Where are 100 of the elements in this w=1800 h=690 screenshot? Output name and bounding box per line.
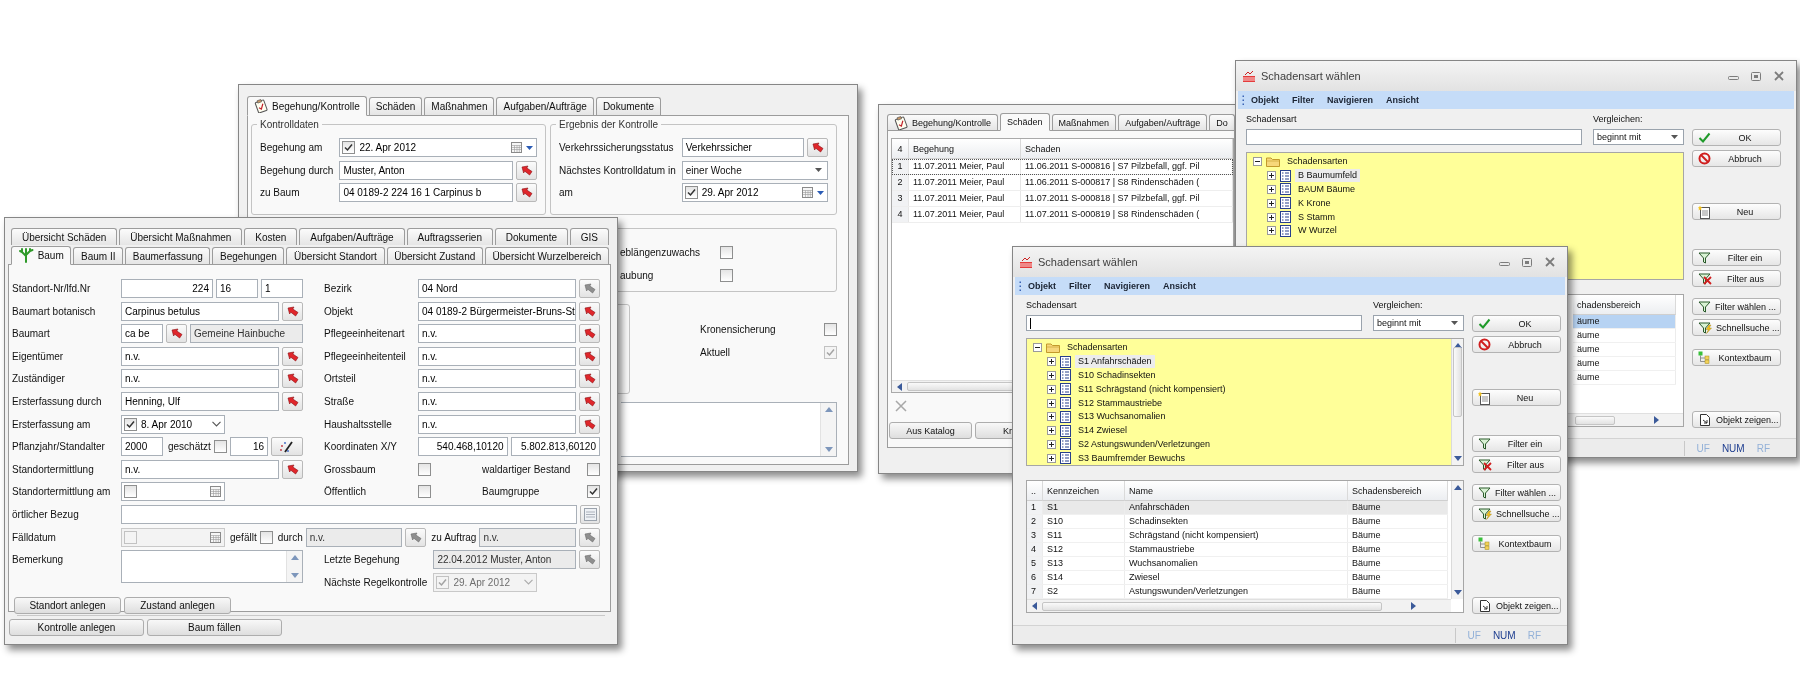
action-button[interactable]: Standort anlegen bbox=[14, 596, 121, 614]
tab[interactable]: GIS bbox=[569, 228, 609, 245]
column-header[interactable]: Name bbox=[1125, 481, 1348, 501]
dropdown[interactable]: beginnt mit bbox=[1373, 315, 1464, 331]
tab[interactable]: Auftragsserien bbox=[406, 228, 493, 245]
table-row[interactable]: 1 S1 Anfahrschäden Bäume bbox=[1027, 501, 1448, 515]
scroll-left-icon[interactable] bbox=[896, 382, 903, 391]
table-row[interactable]: 5 S13 Wuchsanomalien Bäume bbox=[1027, 557, 1448, 571]
text-field[interactable]: 16 bbox=[216, 279, 258, 298]
plus-icon[interactable] bbox=[1267, 226, 1276, 236]
tree-item[interactable]: S12 Stammaustriebe bbox=[1075, 396, 1166, 410]
cancel-button[interactable]: Abbruch bbox=[1692, 150, 1781, 167]
scrollbar[interactable] bbox=[820, 403, 836, 456]
date-picker[interactable]: 8. Apr 2010 bbox=[121, 414, 225, 434]
show-object-button[interactable]: Objekt zeigen... bbox=[1472, 597, 1561, 614]
table-row[interactable]: 6 S14 Zwiesel Bäume bbox=[1027, 571, 1448, 585]
tab[interactable]: Begehung/Kontrolle bbox=[887, 114, 999, 130]
scrollbar[interactable] bbox=[1451, 481, 1463, 599]
checkbox[interactable] bbox=[213, 440, 227, 454]
tab[interactable]: Maßnahmen bbox=[1051, 114, 1117, 130]
tab[interactable]: Übersicht Maßnahmen bbox=[119, 228, 243, 245]
tab[interactable]: Übersicht Schäden bbox=[11, 228, 118, 245]
maximize-icon[interactable] bbox=[1751, 71, 1761, 81]
cross-icon[interactable] bbox=[895, 400, 907, 412]
scrollbar[interactable] bbox=[1451, 339, 1463, 465]
action-button[interactable]: Baum fällen bbox=[147, 619, 282, 636]
context-tree-button[interactable]: Kontextbaum bbox=[1692, 349, 1781, 366]
text-field[interactable] bbox=[121, 504, 577, 524]
ok-button[interactable]: OK bbox=[1472, 315, 1561, 332]
text-field[interactable]: n.v. bbox=[121, 369, 279, 389]
date-picker[interactable]: 29. Apr 2012 bbox=[681, 183, 828, 203]
tree-item[interactable]: S3 Baumfremder Bewuchs bbox=[1075, 451, 1189, 465]
plus-icon[interactable] bbox=[1047, 439, 1056, 449]
checkbox[interactable] bbox=[124, 417, 137, 431]
filter-select-button[interactable]: Filter wählen ... bbox=[1472, 484, 1561, 501]
lookup-button[interactable] bbox=[807, 138, 828, 157]
text-area[interactable] bbox=[621, 402, 837, 457]
tab[interactable]: Do bbox=[1209, 114, 1235, 130]
column-header[interactable]: Schaden bbox=[1021, 139, 1233, 159]
text-field[interactable]: 04 Nord bbox=[418, 279, 576, 298]
scroll-thumb[interactable] bbox=[1575, 415, 1615, 425]
tree-item[interactable]: S14 Zwiesel bbox=[1075, 424, 1131, 438]
text-field[interactable]: 16 bbox=[229, 437, 268, 457]
column-header[interactable]: Begehung bbox=[909, 139, 1021, 159]
lookup-button[interactable] bbox=[282, 391, 303, 411]
scroll-up-icon[interactable] bbox=[824, 406, 833, 413]
column-header[interactable]: Kennzeichen bbox=[1043, 481, 1125, 501]
menu-item[interactable]: Ansicht bbox=[1157, 281, 1204, 291]
filter-select-button[interactable]: Filter wählen ... bbox=[1692, 298, 1781, 315]
scroll-left-icon[interactable] bbox=[1031, 602, 1038, 610]
filter-off-button[interactable]: Filter aus bbox=[1692, 270, 1781, 287]
minus-icon[interactable] bbox=[1253, 157, 1262, 167]
plus-icon[interactable] bbox=[1047, 357, 1056, 367]
plus-icon[interactable] bbox=[1267, 185, 1276, 194]
text-field[interactable]: ca be bbox=[121, 324, 163, 344]
scroll-down-icon[interactable] bbox=[824, 446, 833, 453]
text-field[interactable]: 04 0189-2 224 16 1 Carpinus b bbox=[339, 183, 513, 203]
show-object-button[interactable]: Objekt zeigen... bbox=[1692, 411, 1781, 428]
notepad-button[interactable] bbox=[580, 504, 600, 524]
lookup-button[interactable] bbox=[282, 301, 303, 321]
menu-item[interactable]: Objekt bbox=[1022, 281, 1063, 291]
context-tree-button[interactable]: Kontextbaum bbox=[1472, 535, 1561, 552]
menu-item[interactable]: Objekt bbox=[1245, 95, 1286, 105]
text-field[interactable]: 1 bbox=[261, 279, 303, 298]
date-picker[interactable]: 22. Apr 2012 bbox=[339, 138, 537, 157]
lookup-button[interactable] bbox=[282, 459, 303, 479]
tab[interactable]: Baum bbox=[11, 246, 72, 265]
tree-item[interactable]: Schadensarten bbox=[1284, 155, 1351, 169]
checkbox[interactable] bbox=[684, 186, 698, 200]
lookup-button[interactable] bbox=[579, 391, 600, 411]
table-row[interactable]: 4 11.07.2011 Meier, Paul 11.07.2011 S-000819 | S8 Rindenschäden ( bbox=[892, 207, 1233, 223]
scroll-down-icon[interactable] bbox=[1453, 589, 1462, 596]
table-row[interactable]: 7 S2 Astungswunden/Verletzungen Bäume bbox=[1027, 585, 1448, 599]
tab[interactable]: Begehung/Kontrolle bbox=[247, 96, 367, 116]
text-field[interactable]: Muster, Anton bbox=[339, 160, 513, 180]
filter-off-button[interactable]: Filter aus bbox=[1472, 456, 1561, 473]
tree-item[interactable]: Schadensarten bbox=[1064, 341, 1131, 355]
column-header[interactable]: .. bbox=[1027, 481, 1043, 501]
lookup-button[interactable] bbox=[166, 324, 187, 344]
text-field[interactable]: Verkehrssicher bbox=[681, 138, 804, 157]
text-field[interactable]: n.v. bbox=[418, 391, 576, 411]
plus-icon[interactable] bbox=[1047, 453, 1056, 463]
tree-item[interactable]: BAUM Bäume bbox=[1295, 183, 1359, 196]
table-cell[interactable]: äume bbox=[1573, 357, 1676, 370]
wand-button[interactable] bbox=[271, 437, 303, 457]
quick-search-button[interactable]: Schnellsuche ... bbox=[1692, 319, 1781, 336]
tree-item[interactable]: S11 Schrägstand (nicht kompensiert) bbox=[1075, 382, 1229, 396]
scrollbar[interactable] bbox=[286, 551, 302, 583]
table-row[interactable]: 4 S12 Stammaustriebe Bäume bbox=[1027, 543, 1448, 557]
checkbox[interactable] bbox=[824, 323, 837, 336]
scroll-down-icon[interactable] bbox=[290, 572, 299, 580]
plus-icon[interactable] bbox=[1267, 212, 1276, 222]
lookup-button[interactable] bbox=[579, 369, 600, 389]
action-button[interactable]: Aus Katalog bbox=[889, 422, 972, 439]
checkbox[interactable] bbox=[720, 246, 733, 259]
scroll-down-icon[interactable] bbox=[1453, 455, 1462, 462]
table-cell[interactable]: äume bbox=[1573, 371, 1676, 384]
text-field[interactable]: 04 0189-2 Bürgermeister-Bruns-St bbox=[418, 301, 576, 321]
menu-item[interactable]: Ansicht bbox=[1380, 95, 1427, 105]
filter-on-button[interactable]: Filter ein bbox=[1692, 249, 1781, 266]
